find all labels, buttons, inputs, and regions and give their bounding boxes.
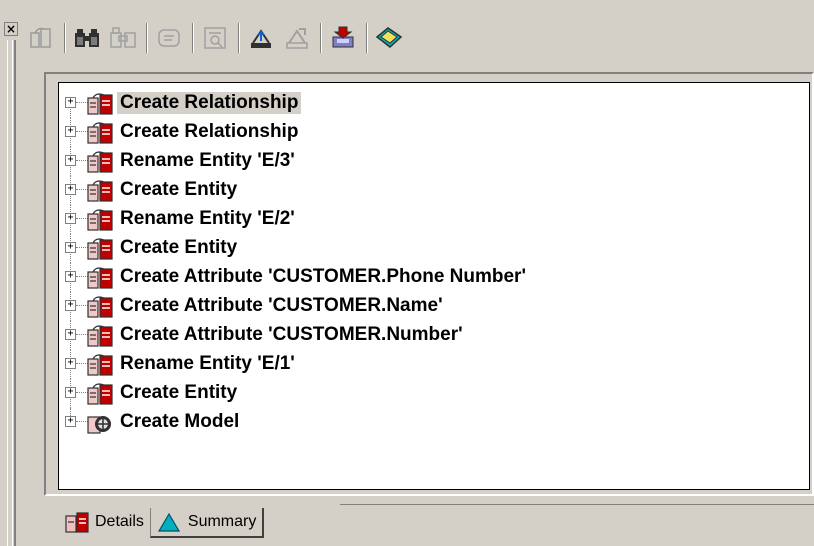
tree-row-label: Create Attribute 'CUSTOMER.Phone Number' — [120, 266, 526, 287]
tree-row[interactable]: + Rename Entity 'E/2' — [59, 205, 809, 234]
tree-row-label: Create Relationship — [117, 92, 302, 114]
import-button[interactable] — [244, 20, 278, 56]
transaction-icon — [87, 383, 113, 405]
toolbar-separator — [192, 23, 194, 53]
expand-icon[interactable]: + — [65, 300, 76, 311]
tree-row-label: Create Entity — [120, 382, 238, 403]
find-button[interactable] — [70, 20, 104, 56]
tree-row[interactable]: + Create Attribute 'CUSTOMER.Name' — [59, 292, 809, 321]
tab-details[interactable]: Details — [58, 506, 150, 538]
properties-icon — [204, 27, 226, 49]
tab-strip: Details Summary — [58, 504, 265, 538]
expand-icon[interactable]: + — [65, 184, 76, 195]
transaction-icon — [87, 354, 113, 376]
tab-details-label: Details — [95, 513, 144, 530]
transaction-tree[interactable]: + Create Relationship + Create Relationsh… — [58, 82, 810, 490]
toolbar-separator — [320, 23, 322, 53]
save-to-model-button[interactable] — [326, 20, 360, 56]
toolbar-separator — [146, 23, 148, 53]
tab-summary[interactable]: Summary — [149, 508, 265, 538]
transaction-icon — [87, 267, 113, 289]
tree-row[interactable]: + Create Relationship — [59, 89, 809, 118]
expand-icon[interactable]: + — [65, 155, 76, 166]
export-icon — [286, 28, 308, 49]
rollback-icon — [30, 27, 51, 48]
tree-row[interactable]: + Create Attribute 'CUSTOMER.Number' — [59, 321, 809, 350]
row-icon — [86, 381, 114, 405]
toolbar — [24, 18, 814, 58]
tree-row-label: Create Attribute 'CUSTOMER.Number' — [120, 324, 463, 345]
comment-button[interactable] — [152, 20, 186, 56]
toolbar-separator — [64, 23, 66, 53]
rollback-button[interactable] — [24, 20, 58, 56]
transaction-icon — [87, 209, 113, 231]
find-next-button[interactable] — [106, 20, 140, 56]
transaction-icon — [87, 151, 113, 173]
tree-row[interactable]: + Create Relationship — [59, 118, 809, 147]
row-icon — [86, 236, 114, 260]
expand-icon[interactable]: + — [65, 358, 76, 369]
row-icon — [86, 323, 114, 347]
model-icon — [87, 416, 111, 434]
tree-list: + Create Relationship + Create Relationsh… — [59, 89, 809, 437]
tree-row-label: Create Entity — [120, 237, 238, 258]
row-icon — [86, 178, 114, 202]
dock-grip-inner — [12, 40, 16, 546]
row-icon — [86, 352, 114, 376]
tree-row[interactable]: + Create Entity — [59, 234, 809, 263]
tree-row[interactable]: + Rename Entity 'E/3' — [59, 147, 809, 176]
toolbar-separator — [366, 23, 368, 53]
import-icon — [251, 29, 271, 48]
tab-strip-line — [340, 504, 814, 505]
expand-icon[interactable]: + — [65, 416, 76, 427]
row-icon — [86, 120, 114, 144]
expand-icon[interactable]: + — [65, 387, 76, 398]
expand-icon[interactable]: + — [65, 126, 76, 137]
export-button[interactable] — [280, 20, 314, 56]
transaction-icon — [87, 238, 113, 260]
row-icon — [86, 149, 114, 173]
transaction-icon — [87, 325, 113, 347]
expand-icon[interactable]: + — [65, 213, 76, 224]
tree-row-label: Create Attribute 'CUSTOMER.Name' — [120, 295, 443, 316]
transaction-icon — [87, 93, 113, 115]
find-next-icon — [110, 27, 136, 48]
summary-triangle-icon — [157, 512, 180, 532]
transaction-icon — [87, 180, 113, 202]
properties-button[interactable] — [198, 20, 232, 56]
transaction-icon — [87, 296, 113, 318]
row-icon — [86, 265, 114, 289]
tree-row[interactable]: + Create Entity — [59, 379, 809, 408]
toolbar-separator — [238, 23, 240, 53]
save-to-model-icon — [332, 26, 354, 48]
tree-row-label: Rename Entity 'E/2' — [120, 208, 295, 229]
expand-icon[interactable]: + — [65, 97, 76, 108]
comment-icon — [158, 29, 180, 47]
bookmark-icon — [375, 27, 403, 48]
tree-row-label: Rename Entity 'E/3' — [120, 150, 295, 171]
row-icon — [86, 294, 114, 318]
transaction-icon — [87, 122, 113, 144]
details-icon — [65, 512, 89, 533]
expand-icon[interactable]: + — [65, 242, 76, 253]
tree-row-label: Create Model — [120, 411, 240, 432]
tab-summary-label: Summary — [187, 513, 257, 530]
expand-icon[interactable]: + — [65, 329, 76, 340]
tree-row[interactable]: + Create Model — [59, 408, 809, 437]
tree-row[interactable]: + Create Attribute 'CUSTOMER.Phone Numbe… — [59, 263, 809, 292]
tree-row-label: Rename Entity 'E/1' — [120, 353, 295, 374]
tree-row-label: Create Relationship — [120, 121, 299, 142]
row-icon — [86, 410, 114, 434]
tree-row[interactable]: + Rename Entity 'E/1' — [59, 350, 809, 379]
close-pane-button[interactable]: × — [4, 22, 18, 36]
expand-icon[interactable]: + — [65, 271, 76, 282]
row-icon — [86, 91, 114, 115]
tree-row-label: Create Entity — [120, 179, 238, 200]
bookmark-button[interactable] — [372, 20, 406, 56]
tree-row[interactable]: + Create Entity — [59, 176, 809, 205]
row-icon — [86, 207, 114, 231]
find-icon — [75, 29, 99, 47]
